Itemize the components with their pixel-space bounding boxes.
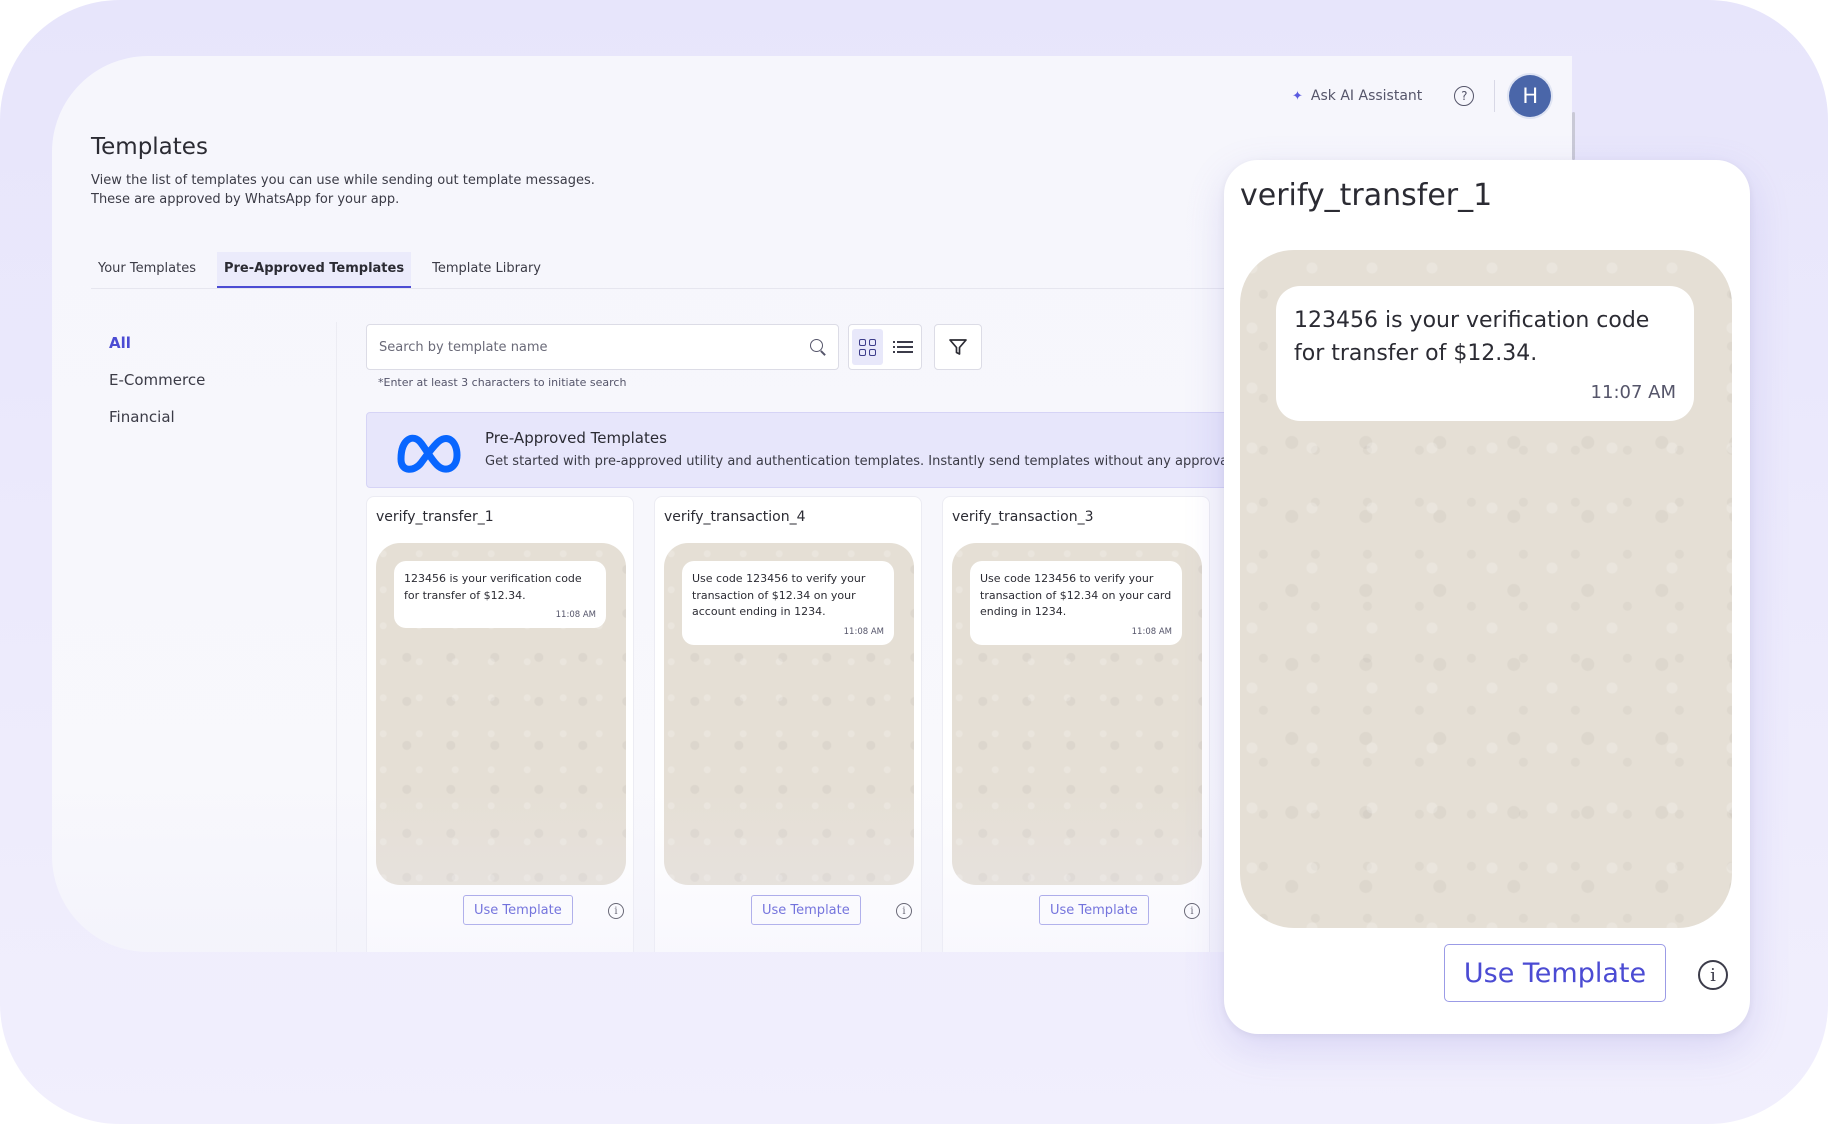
info-icon[interactable]: i	[1184, 903, 1200, 919]
chat-preview: Use code 123456 to verify your transacti…	[952, 543, 1202, 885]
ask-ai-assistant-label: Ask AI Assistant	[1310, 88, 1423, 104]
template-card: verify_transfer_1 123456 is your verific…	[366, 496, 634, 952]
message-bubble: Use code 123456 to verify your transacti…	[682, 561, 894, 645]
list-view-button[interactable]	[887, 329, 918, 365]
message-bubble: 123456 is your verification code for tra…	[394, 561, 606, 628]
tab-pre-approved-templates[interactable]: Pre-Approved Templates	[216, 252, 412, 288]
tab-your-templates[interactable]: Your Templates	[91, 252, 203, 288]
message-bubble: Use code 123456 to verify your transacti…	[970, 561, 1182, 645]
use-template-button[interactable]: Use Template	[751, 895, 861, 925]
list-icon	[892, 341, 913, 353]
info-icon[interactable]: i	[896, 903, 912, 919]
page-description-line-1: View the list of templates you can use w…	[91, 173, 595, 188]
preview-use-template-button[interactable]: Use Template	[1444, 944, 1666, 1002]
search-box	[366, 324, 839, 370]
message-time: 11:08 AM	[1131, 626, 1172, 637]
banner-text: Get started with pre-approved utility an…	[485, 454, 1232, 469]
template-preview-popup: verify_transfer_1 123456 is your verific…	[1224, 160, 1750, 1034]
search-input[interactable]	[379, 339, 810, 355]
info-icon[interactable]: i	[608, 903, 624, 919]
scrollbar[interactable]	[1572, 112, 1575, 160]
category-list: All E-Commerce Financial	[109, 334, 205, 445]
page-title: Templates	[91, 134, 208, 160]
message-time: 11:08 AM	[843, 626, 884, 637]
message-text: Use code 123456 to verify your transacti…	[980, 572, 1172, 618]
preview-message-time: 11:07 AM	[1590, 382, 1676, 403]
tab-bar: Your Templates Pre-Approved Templates Te…	[91, 252, 562, 288]
sparkle-icon: ✦	[1292, 88, 1303, 104]
message-time: 11:08 AM	[555, 610, 596, 620]
question-circle-icon[interactable]: ?	[1454, 86, 1475, 106]
chat-preview: 123456 is your verification code for tra…	[376, 543, 626, 885]
search-icon[interactable]	[810, 339, 826, 355]
page-description: View the list of templates you can use w…	[91, 172, 595, 209]
tab-divider	[91, 288, 1271, 289]
message-text: Use code 123456 to verify your transacti…	[692, 572, 866, 618]
use-template-button[interactable]: Use Template	[1039, 895, 1149, 925]
sidebar-divider	[336, 322, 337, 952]
page-description-line-2: These are approved by WhatsApp for your …	[91, 191, 400, 207]
preview-title: verify_transfer_1	[1240, 178, 1493, 213]
meta-logo-icon	[397, 434, 461, 473]
category-item-financial[interactable]: Financial	[109, 408, 205, 445]
template-card: verify_transaction_4 Use code 123456 to …	[654, 496, 922, 952]
filter-button[interactable]	[934, 324, 982, 370]
category-item-all[interactable]: All	[109, 334, 205, 371]
chat-preview: Use code 123456 to verify your transacti…	[664, 543, 914, 885]
view-toggle	[848, 324, 922, 370]
preview-message-text: 123456 is your verification code for tra…	[1294, 308, 1650, 366]
filter-icon	[949, 339, 967, 355]
message-text: 123456 is your verification code for tra…	[404, 572, 582, 602]
topbar: ✦ Ask AI Assistant ? H	[1292, 64, 1552, 128]
grid-view-button[interactable]	[852, 329, 883, 365]
template-card: verify_transaction_3 Use code 123456 to …	[942, 496, 1210, 952]
preview-chat: 123456 is your verification code for tra…	[1240, 250, 1732, 928]
banner-title: Pre-Approved Templates	[485, 429, 667, 447]
category-item-e-commerce[interactable]: E-Commerce	[109, 371, 205, 408]
use-template-button[interactable]: Use Template	[463, 895, 573, 925]
template-card-title: verify_transfer_1	[376, 509, 494, 525]
template-card-title: verify_transaction_3	[952, 509, 1094, 525]
topbar-divider	[1494, 80, 1496, 112]
preview-info-icon[interactable]: i	[1698, 960, 1728, 990]
grid-icon	[859, 338, 876, 356]
ask-ai-assistant-button[interactable]: ✦ Ask AI Assistant	[1292, 88, 1422, 104]
tab-template-library[interactable]: Template Library	[425, 252, 548, 288]
pre-approved-banner: Pre-Approved Templates Get started with …	[366, 412, 1272, 488]
template-card-title: verify_transaction_4	[664, 509, 806, 525]
preview-message-bubble: 123456 is your verification code for tra…	[1276, 286, 1694, 421]
search-hint: *Enter at least 3 characters to initiate…	[378, 376, 627, 389]
avatar[interactable]: H	[1509, 75, 1552, 117]
